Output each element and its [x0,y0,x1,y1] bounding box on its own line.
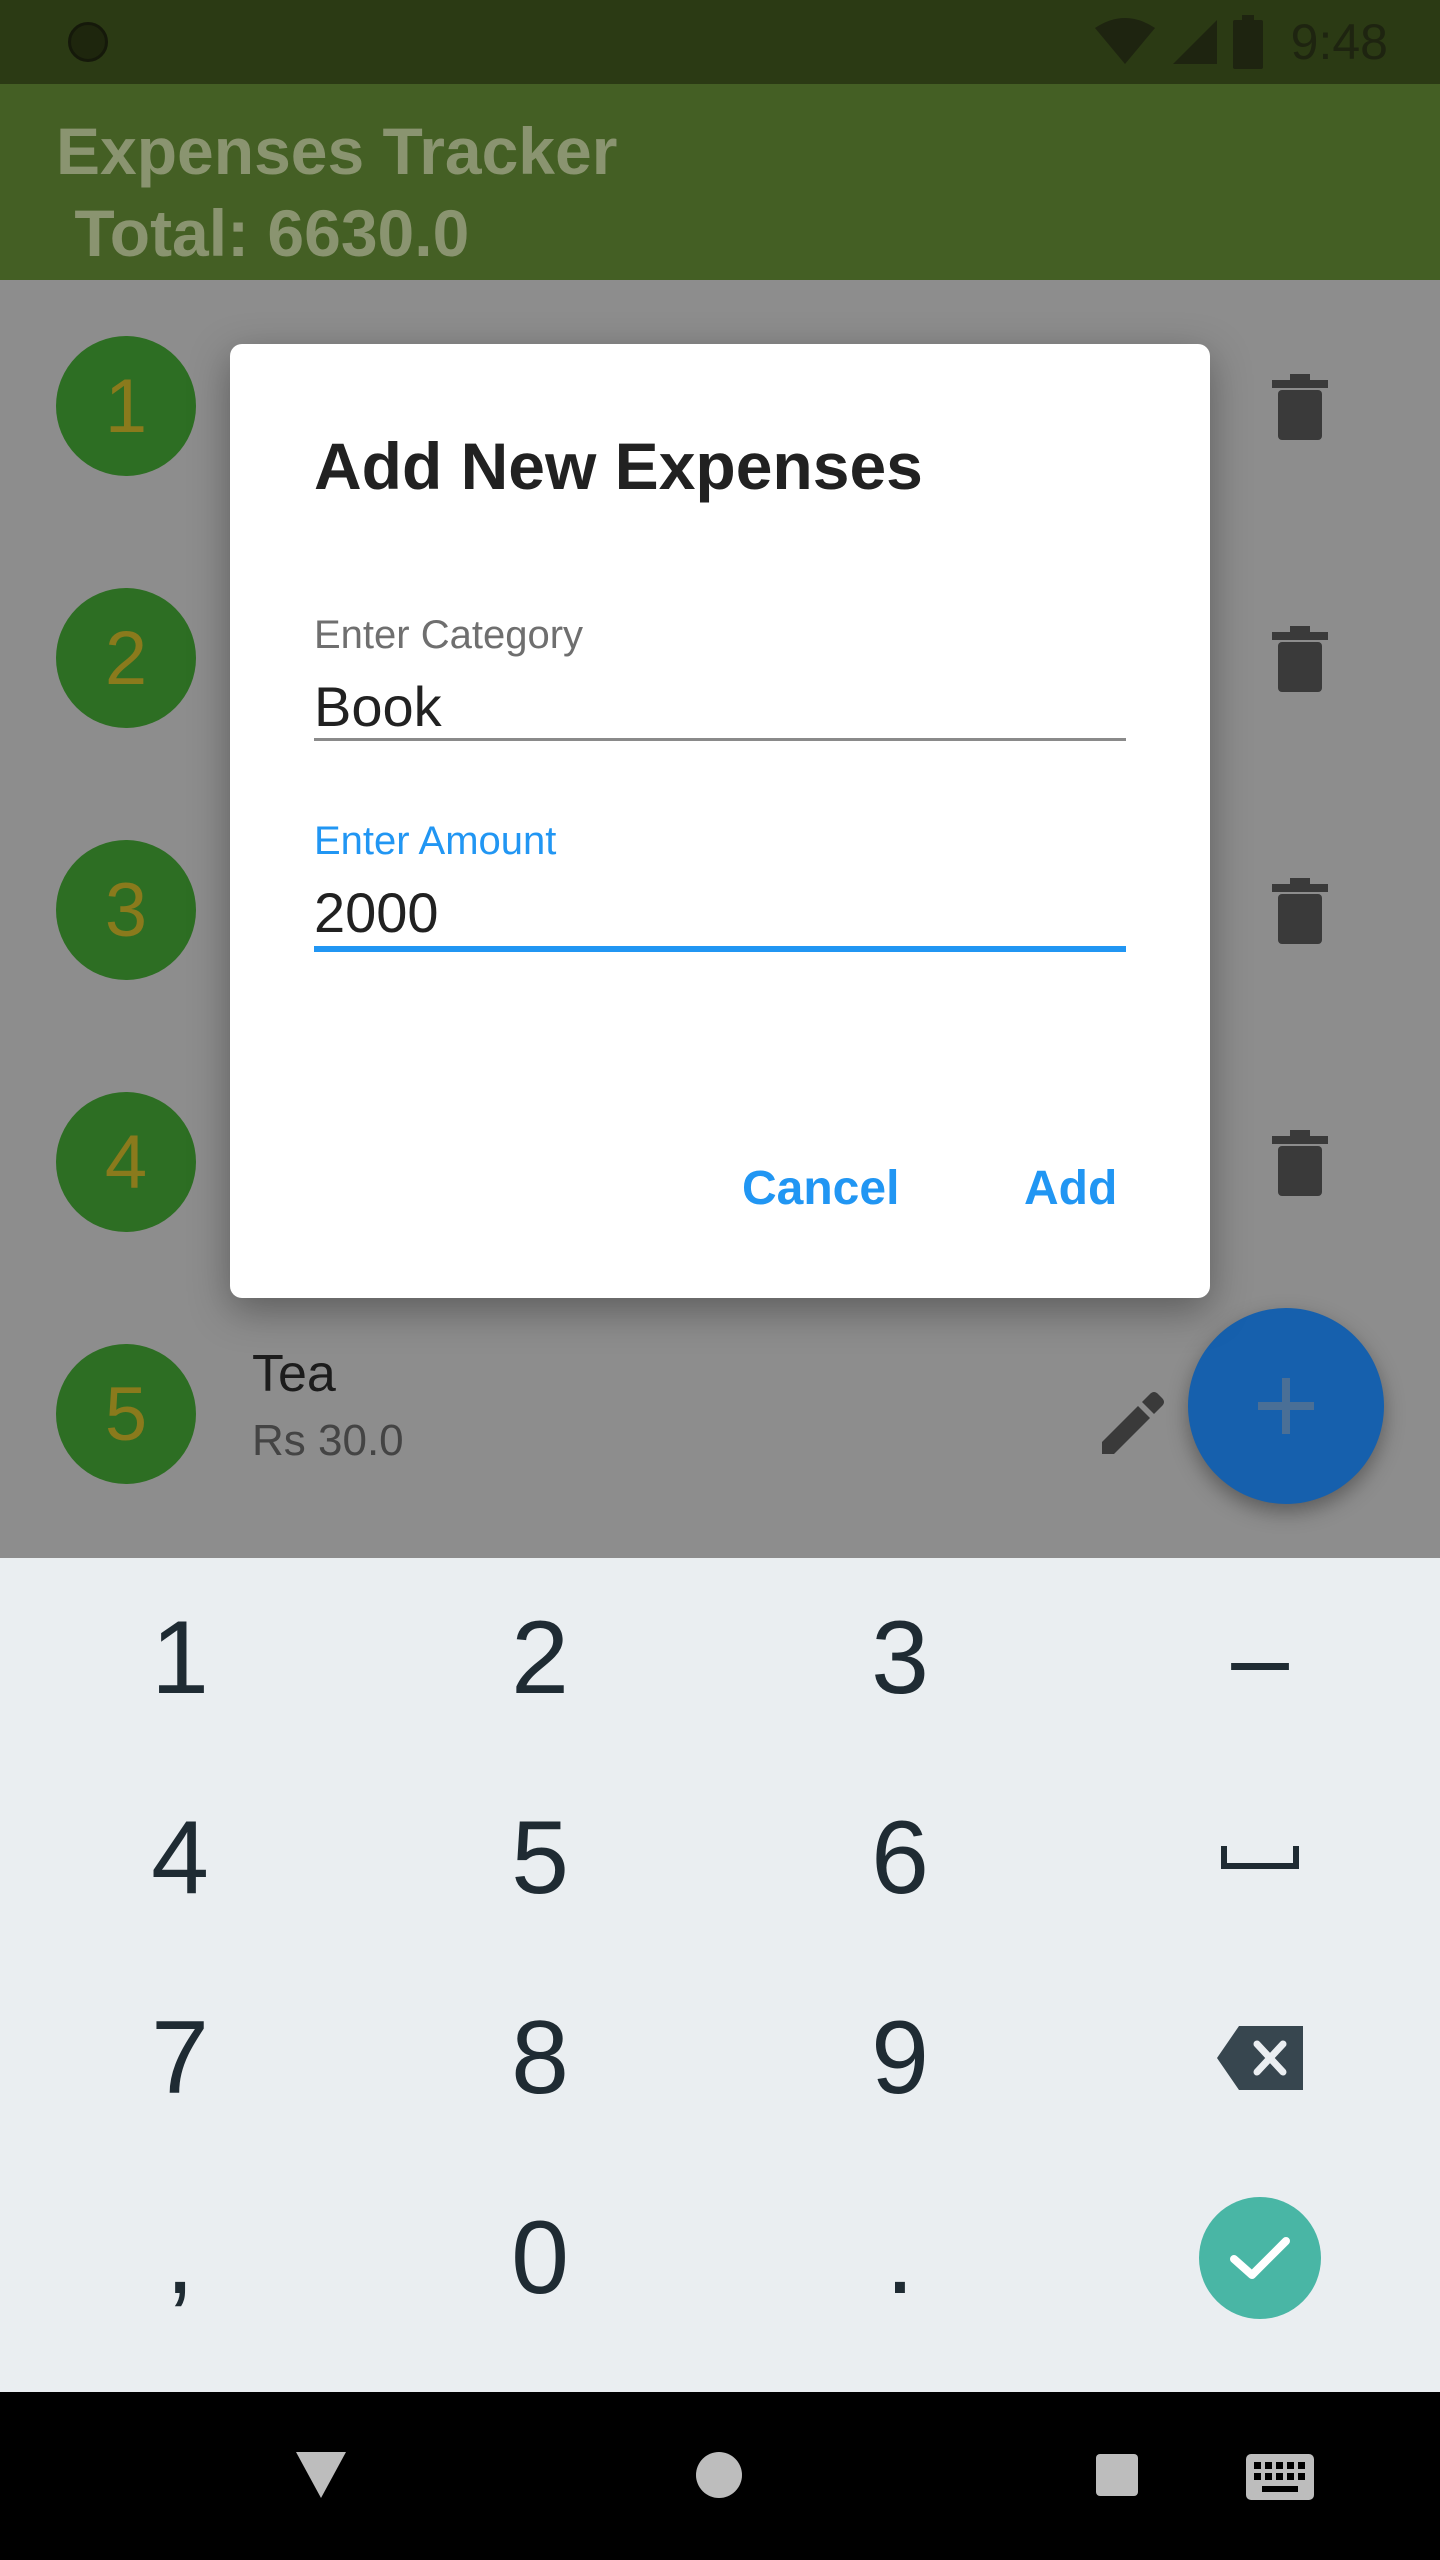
trash-icon[interactable] [1272,374,1328,440]
amount-label: Enter Amount [314,819,557,863]
dialog-title: Add New Expenses [314,429,923,503]
key-0[interactable]: 0 [360,2158,720,2358]
item-index-avatar: 4 [56,1092,196,1232]
keyboard-icon[interactable] [1246,2454,1314,2500]
plus-icon [1258,1378,1314,1434]
amount-input[interactable]: 2000 [314,878,1126,948]
key-minus[interactable]: – [1080,1558,1440,1758]
trash-icon[interactable] [1272,878,1328,944]
numeric-keyboard: 1 2 3 – 4 5 6 7 8 9 , 0 . [0,1558,1440,2392]
home-icon[interactable] [696,2452,742,2498]
amount-field[interactable]: Enter Amount 2000 [314,816,1126,954]
cancel-button[interactable]: Cancel [742,1154,899,1224]
done-button[interactable] [1199,2197,1321,2319]
status-icons: 9:48 [1093,14,1388,70]
item-index-avatar: 5 [56,1344,196,1484]
key-comma[interactable]: , [0,2158,360,2358]
key-3[interactable]: 3 [720,1558,1080,1758]
category-field[interactable]: Enter Category Book [314,610,1126,742]
backspace-icon [1217,2026,1303,2090]
add-expense-fab[interactable] [1188,1308,1384,1504]
key-space[interactable] [1080,1758,1440,1958]
key-7[interactable]: 7 [0,1958,360,2158]
recents-icon[interactable] [1096,2454,1138,2496]
navigation-bar [0,2392,1440,2560]
space-icon [1221,1846,1299,1869]
category-input[interactable]: Book [314,672,1126,742]
edit-icon[interactable] [1096,1388,1168,1460]
item-index-avatar: 2 [56,588,196,728]
wifi-icon [1094,18,1155,64]
item-amount: Rs 30.0 [252,1416,404,1465]
key-8[interactable]: 8 [360,1958,720,2158]
add-button[interactable]: Add [1024,1154,1117,1224]
status-bar: 9:48 [0,0,1440,84]
app-bar: Expenses Tracker Total: 6630.0 [0,84,1440,280]
back-icon[interactable] [296,2452,346,2498]
notification-icon [68,22,108,62]
key-backspace[interactable] [1080,1958,1440,2158]
category-underline [314,738,1126,741]
category-label: Enter Category [314,613,584,657]
key-9[interactable]: 9 [720,1958,1080,2158]
key-1[interactable]: 1 [0,1558,360,1758]
add-expense-dialog: Add New Expenses Enter Category Book Ent… [230,344,1210,1298]
key-period[interactable]: . [720,2158,1080,2358]
check-icon [1230,2237,1290,2279]
signal-icon [1172,20,1217,64]
key-6[interactable]: 6 [720,1758,1080,1958]
battery-icon [1232,15,1263,69]
key-done[interactable] [1080,2158,1440,2358]
item-title: Tea [252,1345,336,1403]
amount-underline [314,946,1126,952]
trash-icon[interactable] [1272,1130,1328,1196]
key-5[interactable]: 5 [360,1758,720,1958]
trash-icon[interactable] [1272,626,1328,692]
status-time: 9:48 [1290,14,1388,70]
item-index-avatar: 3 [56,840,196,980]
key-4[interactable]: 4 [0,1758,360,1958]
item-index-avatar: 1 [56,336,196,476]
key-2[interactable]: 2 [360,1558,720,1758]
app-title: Expenses Tracker Total: 6630.0 [56,114,618,270]
